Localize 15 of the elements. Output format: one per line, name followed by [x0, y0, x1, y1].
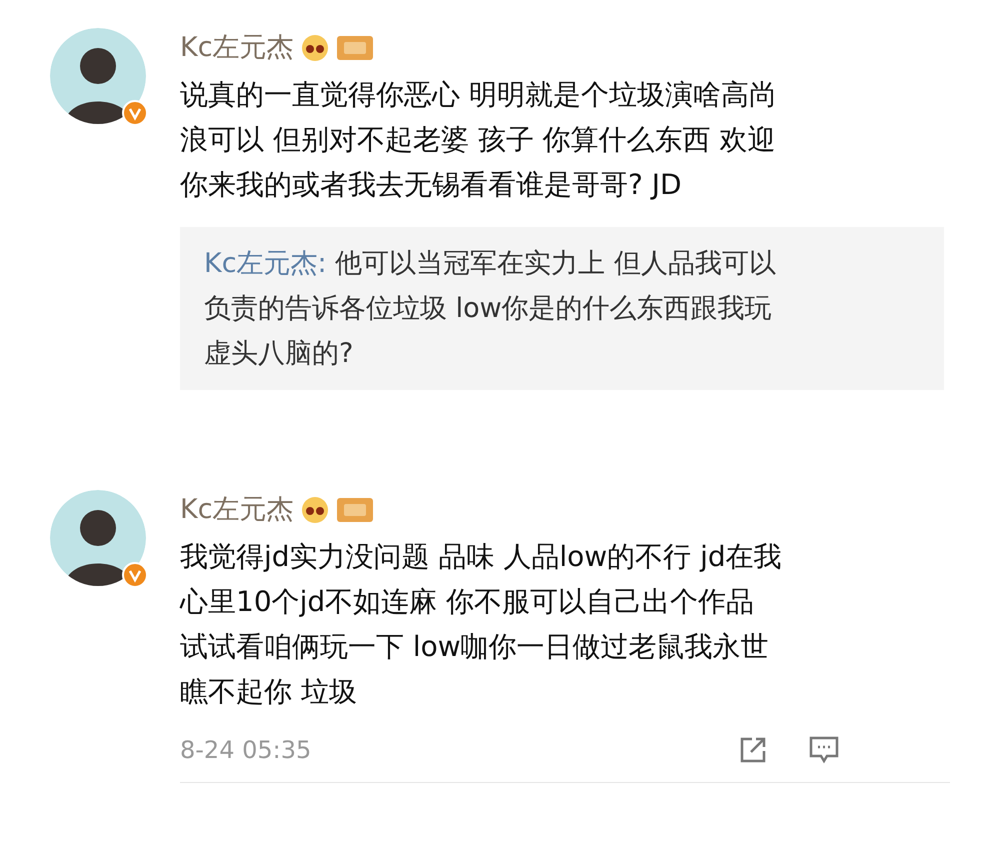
verified-badge-icon	[122, 562, 148, 588]
comment-icon[interactable]	[808, 735, 840, 765]
share-icon[interactable]	[738, 735, 768, 765]
avatar-icon[interactable]	[50, 490, 146, 586]
blogger-badge-icon	[336, 497, 374, 523]
quoted-author[interactable]: Kc左元杰:	[204, 248, 327, 279]
author-name[interactable]: Kc左元杰	[180, 28, 294, 68]
timestamp: 8-24 05:35	[180, 735, 312, 766]
author-name[interactable]: Kc左元杰	[180, 490, 294, 530]
blogger-badge-icon	[336, 35, 374, 61]
verified-badge-icon	[122, 100, 148, 126]
quoted-text: Kc左元杰: 他可以当冠军在实力上 但人品我可以 负责的告诉各位垃圾 low你是的什么东西跟我玩 虚头八脑的?	[204, 247, 777, 371]
avatar-icon[interactable]	[50, 28, 146, 124]
comment-text: 我觉得jd实力没问题 品味 人品low的不行 jd在我 心里10个jd不如连麻 你不服可以自己出个作品 试试看咱俩玩一下 low咖你一日做过老鼠我永世 瞧不起你 垃圾	[180, 539, 783, 710]
comment-text: 说真的一直觉得你恶心 明明就是个垃圾演啥高尚 浪可以 但别对不起老婆 孩子 你算什么东西 欢迎 你来我的或者我去无锡看看谁是哥哥? JD	[180, 77, 778, 203]
